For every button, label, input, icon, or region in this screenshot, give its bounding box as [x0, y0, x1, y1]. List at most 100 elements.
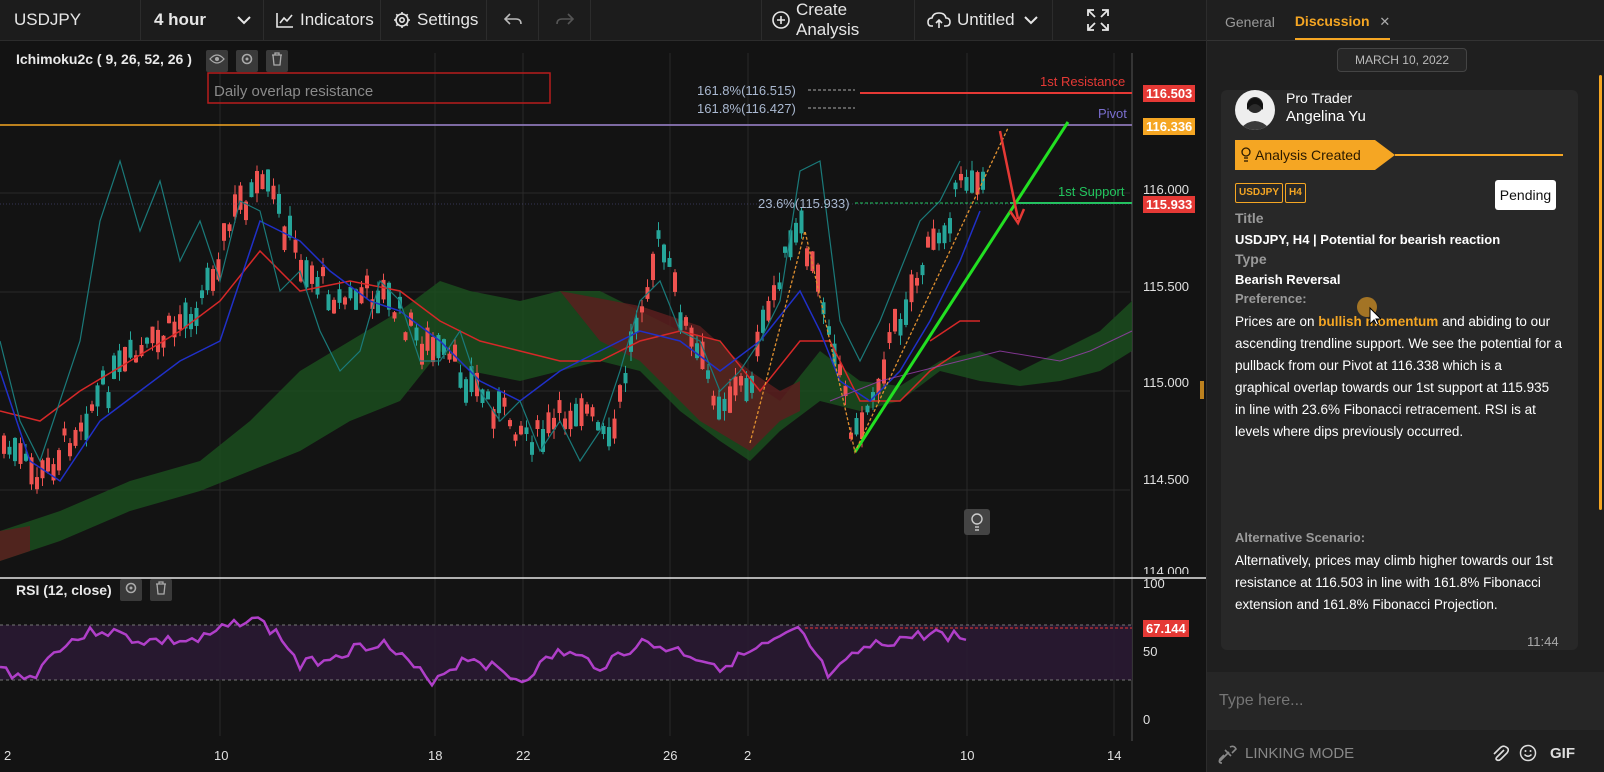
candle-body [953, 182, 958, 190]
indicators-button[interactable]: Indicators [264, 0, 381, 41]
idea-button[interactable] [964, 509, 990, 535]
create-analysis-button[interactable]: Create Analysis [761, 0, 915, 41]
analysis-created-banner: Analysis Created [1235, 140, 1563, 170]
candle-body [123, 347, 127, 372]
current-price-tag: 115.933 [1143, 196, 1196, 213]
candle-body [904, 299, 908, 325]
candle-body [596, 422, 600, 431]
candle-body [898, 318, 903, 336]
candle-body [321, 267, 325, 277]
message-input[interactable] [1207, 672, 1604, 730]
candle-body [200, 290, 204, 299]
candle-body [739, 376, 743, 386]
preference-text: Prices are on [1235, 314, 1319, 329]
symbol-selector[interactable]: USDJPY [0, 0, 141, 41]
rsi-settings-button[interactable] [120, 579, 142, 601]
candle-body [744, 378, 749, 402]
pivot-price-tag: 116.336 [1143, 118, 1196, 135]
redo-button[interactable] [539, 0, 591, 41]
tab-discussion-label: Discussion [1294, 13, 1370, 29]
price-axis-label: 114.500 [1143, 472, 1190, 487]
panel-tabs: General Discussion ✕ [1207, 0, 1604, 41]
gif-button[interactable]: GIF [1550, 745, 1575, 762]
candle-body [931, 228, 936, 250]
candle-body [458, 372, 463, 388]
layout-selector[interactable]: Untitled [915, 0, 1053, 41]
settings-button[interactable]: Settings [381, 0, 487, 41]
candle-body [62, 428, 67, 436]
candle-body [640, 306, 644, 313]
candle-body [805, 248, 809, 267]
candle-body [222, 223, 226, 241]
price-axis-label: 115.500 [1143, 279, 1190, 294]
timeframe-selector[interactable]: 4 hour [141, 0, 264, 41]
candle-body [959, 173, 963, 181]
panel-resize-handle[interactable] [1200, 381, 1204, 399]
time-axis-label: 18 [428, 748, 443, 763]
candle-body [211, 269, 215, 291]
candle-body [766, 300, 771, 321]
rsi-axis-label: 0 [1143, 712, 1151, 727]
gear-icon [124, 581, 138, 600]
study-visibility-button[interactable] [206, 50, 228, 72]
tab-discussion[interactable]: Discussion ✕ [1294, 13, 1391, 40]
rsi-value-tag: 67.144 [1143, 620, 1189, 637]
candle-body [337, 289, 342, 303]
study-delete-button[interactable] [266, 50, 288, 72]
candle-body [887, 332, 892, 344]
candle-body [920, 264, 925, 276]
candle-body [601, 425, 606, 435]
study-settings-button[interactable] [236, 50, 258, 72]
price-axis-label: 114.000 [1143, 564, 1190, 574]
emoji-icon[interactable] [1519, 744, 1537, 767]
bearish-arrow[interactable] [998, 130, 1020, 220]
linking-mode-button[interactable]: LINKING MODE [1245, 745, 1354, 762]
candle-body [711, 395, 716, 406]
time-axis-label: 10 [960, 748, 975, 763]
candle-body [717, 396, 721, 420]
candle-body [799, 210, 804, 234]
rsi-axis-label: 50 [1143, 644, 1158, 659]
candle-body [112, 355, 116, 379]
price-axis-label: 116.000 [1143, 182, 1190, 197]
timeframe-tag: H4 [1285, 183, 1306, 203]
preference-line: pullback from our Pivot at 116.338 which… [1235, 358, 1502, 373]
candle-body [332, 299, 336, 314]
candle-body [893, 308, 897, 332]
analysis-card: Pro Trader Angelina Yu Analysis Created … [1221, 90, 1578, 650]
candle-body [2, 435, 6, 454]
candle-body [783, 246, 787, 253]
alt-scenario-line: Alternatively, prices may climb higher t… [1235, 553, 1553, 568]
title-label: Title [1235, 210, 1264, 226]
gear-icon [240, 52, 254, 71]
candle-body [282, 226, 287, 251]
candle-body [854, 418, 859, 435]
rsi-axis-label: 100 [1143, 576, 1165, 591]
close-icon[interactable]: ✕ [1379, 14, 1390, 29]
attach-icon[interactable] [1491, 744, 1510, 767]
candle-body [618, 385, 622, 402]
candle-body [447, 353, 452, 360]
chart-line-icon [276, 12, 294, 28]
candle-body [623, 373, 628, 384]
fullscreen-button[interactable] [1053, 0, 1143, 41]
candle-body [777, 282, 782, 290]
candle-body [84, 413, 89, 441]
panel-scrollbar[interactable] [1599, 75, 1602, 510]
alt-scenario-line: extension and 161.8% Fibonacci Projectio… [1235, 597, 1498, 612]
rsi-delete-button[interactable] [150, 579, 172, 601]
banner-label: Analysis Created [1255, 147, 1361, 163]
candle-body [249, 182, 254, 198]
trash-icon [155, 580, 167, 600]
candle-body [579, 398, 584, 427]
tab-general[interactable]: General [1225, 14, 1275, 40]
candle-body [651, 253, 655, 281]
undo-button[interactable] [487, 0, 539, 41]
candle-body [673, 272, 677, 292]
title-value: USDJPY, H4 | Potential for bearish react… [1235, 232, 1501, 247]
chart-canvas[interactable]: Ichimoku2c ( 9, 26, 52, 26 ) RSI (12, cl… [0, 41, 1206, 772]
candle-body [772, 285, 776, 301]
price-chart[interactable] [0, 41, 1206, 772]
candle-body [315, 276, 320, 295]
candle-body [293, 239, 298, 253]
